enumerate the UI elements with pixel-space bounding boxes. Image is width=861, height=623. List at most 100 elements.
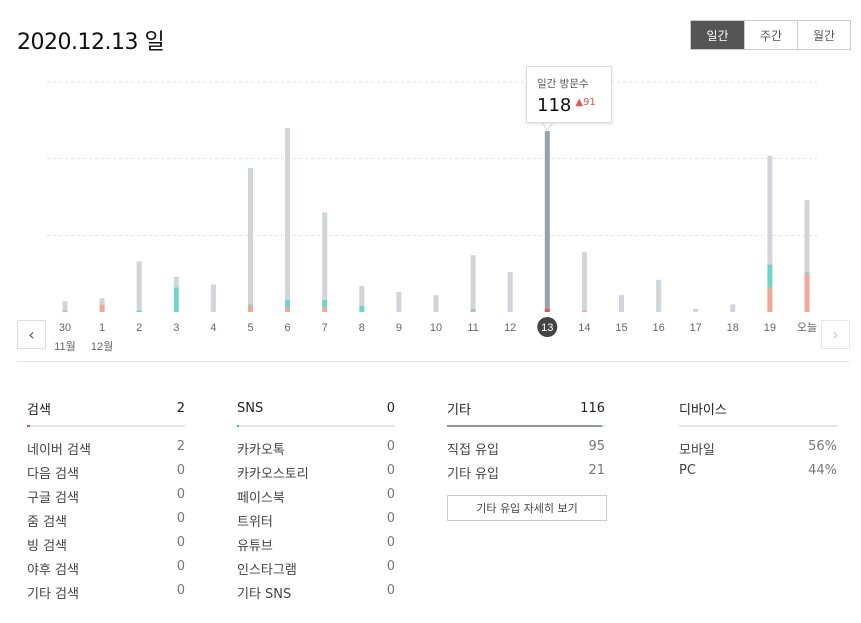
bar-segment	[136, 261, 142, 311]
x-tick-label: 3	[173, 322, 179, 334]
bar-segment	[470, 310, 476, 312]
bar-segment	[322, 307, 328, 312]
stat-row: 네이버 검색 2	[27, 439, 185, 463]
arrow-up-icon: ▲	[575, 97, 584, 108]
stat-row-value: 95	[588, 439, 605, 454]
stat-row: 카카오스토리 0	[237, 463, 395, 487]
stat-row-value: 0	[176, 583, 185, 598]
bar-segment	[804, 200, 810, 273]
stat-bar-fill	[27, 425, 31, 427]
stat-row: 기타 유입 21	[447, 463, 605, 487]
stat-row: 카카오톡 0	[237, 439, 395, 463]
stat-row: 인스타그램 0	[237, 559, 395, 583]
x-tick-label: 12	[504, 322, 516, 334]
bar-segment	[433, 295, 439, 312]
bar-segment	[544, 308, 550, 312]
stat-row-label: 트위터	[237, 515, 273, 530]
bar-segment	[285, 299, 291, 308]
bar-segment	[99, 298, 105, 305]
bar-segment	[470, 255, 476, 309]
bar-segment	[507, 272, 513, 312]
bar-segment	[693, 308, 699, 312]
stat-row-value: 0	[176, 559, 185, 574]
stats-device: 디바이스 모바일 56% PC 44%	[679, 398, 837, 487]
x-tick-label: 13	[541, 322, 553, 334]
x-tick-label: 10	[430, 322, 442, 334]
stats-sns-title: SNS	[237, 400, 264, 416]
tooltip-delta: 91	[583, 97, 596, 108]
x-tick-label: 14	[578, 322, 590, 334]
chevron-right-icon: ›	[832, 325, 839, 344]
stats-search-total: 2	[176, 400, 185, 416]
stat-row-label: PC	[679, 463, 696, 478]
bar-segment	[581, 310, 587, 312]
stat-row: 모바일 56%	[679, 439, 837, 463]
stat-row-value: 2	[176, 439, 185, 454]
stat-row-value: 0	[386, 511, 395, 526]
stat-row-label: 네이버 검색	[27, 443, 91, 458]
stat-row-value: 21	[588, 463, 605, 478]
stat-row-label: 야후 검색	[27, 563, 79, 578]
stat-row-label: 카카오스토리	[237, 467, 309, 482]
x-tick-label: 4	[210, 322, 216, 334]
x-tick-label: 15	[615, 322, 627, 334]
bar-segment	[470, 308, 476, 311]
bar-segment	[248, 305, 253, 312]
stats-other-total: 116	[580, 400, 605, 416]
x-tick-label: 17	[690, 322, 702, 334]
stat-row-label: 줌 검색	[27, 515, 68, 530]
bar-segment	[322, 212, 328, 300]
chevron-left-icon: ‹	[28, 325, 35, 344]
stat-row-value: 0	[176, 511, 185, 526]
bar-segment	[730, 304, 736, 312]
stats-device-bar	[679, 425, 837, 427]
bar-segment	[619, 295, 624, 312]
chart-next-button[interactable]: ›	[821, 320, 850, 349]
x-tick-label: 30	[59, 322, 71, 334]
stat-row-label: 구글 검색	[27, 491, 79, 506]
stat-row: 유튜브 0	[237, 535, 395, 559]
bar-segment	[210, 284, 216, 312]
stat-row-value: 0	[386, 439, 395, 454]
stats-other-title: 기타	[447, 402, 471, 418]
bar-segment	[396, 292, 402, 312]
bar-segment	[767, 155, 773, 265]
stat-row-value: 0	[176, 487, 185, 502]
stat-row-value: 0	[386, 535, 395, 550]
stat-row: 기타 검색 0	[27, 583, 185, 607]
chart-tooltip: 일간 방문수 118 ▲91	[526, 66, 612, 123]
chart-prev-button[interactable]: ‹	[17, 320, 46, 349]
bar-segment	[804, 273, 810, 312]
stat-row: 페이스북 0	[237, 487, 395, 511]
bar-segment	[544, 131, 550, 309]
x-tick-label: 7	[322, 322, 328, 334]
stat-row-value: 56%	[808, 439, 837, 454]
stat-row-label: 카카오톡	[237, 443, 285, 458]
stat-bar-fill	[237, 425, 239, 427]
x-tick-label: 1	[99, 322, 105, 334]
stats-other-bar	[447, 425, 605, 427]
stat-row-label: 페이스북	[237, 491, 285, 506]
stats-sns: SNS 0 카카오톡 0 카카오스토리 0 페이스북 0 트위터 0 유튜브 0 인스타그…	[237, 398, 395, 607]
x-tick-label: 11	[467, 322, 478, 334]
section-divider	[17, 361, 849, 362]
stats-search-title: 검색	[27, 402, 51, 418]
stats-other: 기타 116 직접 유입 95 기타 유입 21 기타 유입 자세히 보기	[447, 398, 607, 521]
bar-segment	[359, 305, 365, 312]
stats-search-bar	[27, 425, 185, 427]
bar-segment	[62, 310, 68, 312]
bar-segment	[99, 304, 105, 312]
visits-chart-svg: 30 11월 1 12월 2 3 4 5 6 7 8 9 10 11 12 13 14 15 16 17 18 19 오늘	[47, 81, 817, 353]
x-tick-label: 오늘	[797, 321, 817, 334]
stat-row-label: 유튜브	[237, 539, 273, 554]
x-tick-label: 6	[285, 322, 291, 334]
stat-row-label: 다음 검색	[27, 467, 79, 482]
stat-row-value: 0	[386, 583, 395, 598]
stat-row-value: 0	[176, 535, 185, 550]
stats-sns-total: 0	[386, 400, 395, 416]
x-tick-label: 16	[652, 322, 664, 334]
other-inflow-detail-button[interactable]: 기타 유입 자세히 보기	[447, 495, 607, 521]
stat-row: 야후 검색 0	[27, 559, 185, 583]
stat-row-label: 모바일	[679, 443, 715, 458]
stat-row: 다음 검색 0	[27, 463, 185, 487]
